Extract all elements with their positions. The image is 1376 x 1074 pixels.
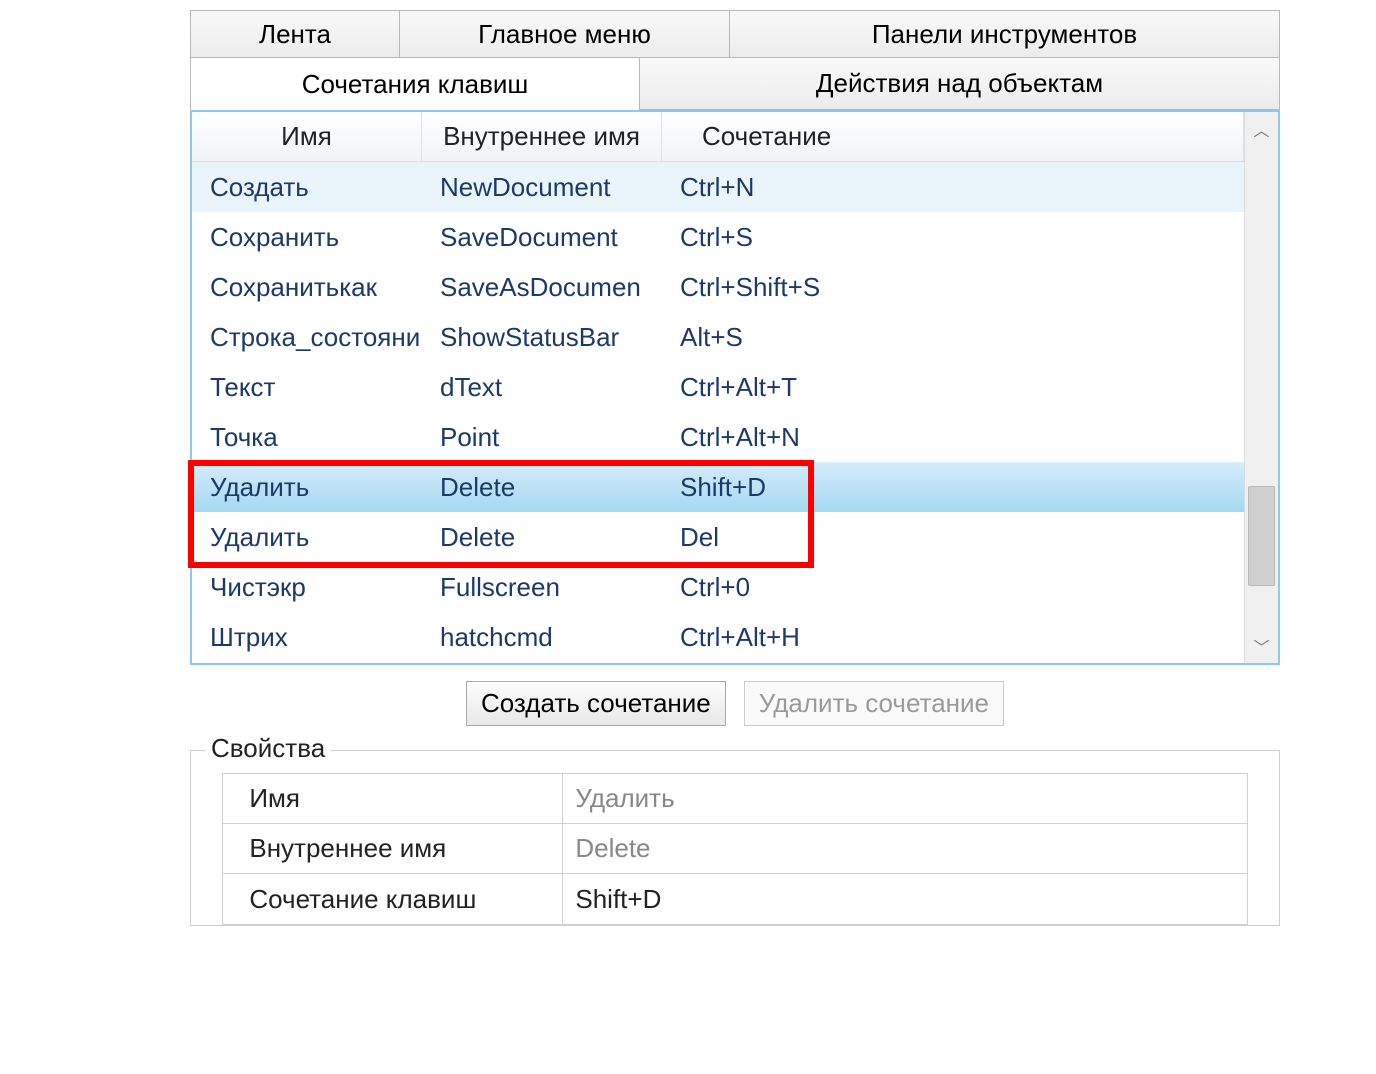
table-row[interactable]: СоздатьNewDocumentCtrl+N bbox=[192, 162, 1244, 212]
header-shortcut[interactable]: Сочетание bbox=[662, 112, 1244, 161]
cell-shortcut: Ctrl+N bbox=[662, 172, 1244, 203]
tab-main-menu[interactable]: Главное меню bbox=[400, 10, 730, 58]
cell-name: Сохранить bbox=[192, 222, 422, 253]
prop-value-name: Удалить bbox=[563, 774, 1246, 823]
tab-shortcuts[interactable]: Сочетания клавиш bbox=[190, 58, 640, 110]
table-row[interactable]: УдалитьDeleteShift+D bbox=[192, 462, 1244, 512]
scroll-down-icon[interactable]: ﹀ bbox=[1245, 629, 1278, 663]
table-header-row: Имя Внутреннее имя Сочетание bbox=[192, 112, 1244, 162]
cell-name: Удалить bbox=[192, 522, 422, 553]
cell-name: Текст bbox=[192, 372, 422, 403]
cell-internal: Delete bbox=[422, 472, 662, 503]
tabs-row-2: Сочетания клавиш Действия над объектам bbox=[190, 58, 1280, 110]
cell-name: Сохранитькак bbox=[192, 272, 422, 303]
cell-name: Точка bbox=[192, 422, 422, 453]
cell-name: Строка_состояни bbox=[192, 322, 422, 353]
cell-internal: ShowStatusBar bbox=[422, 322, 662, 353]
cell-shortcut: Ctrl+Alt+N bbox=[662, 422, 1244, 453]
table-row[interactable]: СохранитькакSaveAsDocumenCtrl+Shift+S bbox=[192, 262, 1244, 312]
header-name[interactable]: Имя bbox=[192, 112, 422, 161]
prop-value-shortcut[interactable]: Shift+D bbox=[563, 874, 1246, 924]
button-row: Создать сочетание Удалить сочетание bbox=[190, 665, 1280, 748]
scroll-track[interactable] bbox=[1245, 146, 1278, 629]
scrollbar[interactable]: ︿ ﹀ bbox=[1244, 112, 1278, 663]
cell-internal: hatchcmd bbox=[422, 622, 662, 653]
cell-name: Чистэкр bbox=[192, 572, 422, 603]
prop-row-shortcut: Сочетание клавиш Shift+D bbox=[223, 874, 1246, 924]
cell-internal: Point bbox=[422, 422, 662, 453]
prop-row-name: Имя Удалить bbox=[223, 774, 1246, 824]
cell-shortcut: Ctrl+Alt+T bbox=[662, 372, 1244, 403]
cell-name: Удалить bbox=[192, 472, 422, 503]
properties-title: Свойства bbox=[205, 733, 331, 764]
table-row[interactable]: ЧистэкрFullscreenCtrl+0 bbox=[192, 562, 1244, 612]
table-row[interactable]: УдалитьDeleteDel bbox=[192, 512, 1244, 562]
table-row[interactable]: ТекстdTextCtrl+Alt+T bbox=[192, 362, 1244, 412]
tabs-row-1: Лента Главное меню Панели инструментов bbox=[190, 10, 1280, 58]
prop-label-name: Имя bbox=[223, 774, 563, 823]
cell-name: Штрих bbox=[192, 622, 422, 653]
shortcuts-table-wrap: Имя Внутреннее имя Сочетание СоздатьNewD… bbox=[190, 110, 1280, 665]
cell-shortcut: Ctrl+0 bbox=[662, 572, 1244, 603]
table-row[interactable]: ШтрихhatchcmdCtrl+Alt+H bbox=[192, 612, 1244, 662]
prop-value-internal: Delete bbox=[563, 824, 1246, 873]
scroll-up-icon[interactable]: ︿ bbox=[1245, 112, 1278, 146]
cell-shortcut: Alt+S bbox=[662, 322, 1244, 353]
delete-shortcut-button: Удалить сочетание bbox=[744, 681, 1004, 726]
properties-group: Свойства Имя Удалить Внутреннее имя Dele… bbox=[190, 750, 1280, 926]
cell-internal: SaveDocument bbox=[422, 222, 662, 253]
table-row[interactable]: Строка_состояниShowStatusBarAlt+S bbox=[192, 312, 1244, 362]
table-row[interactable]: ТочкаPointCtrl+Alt+N bbox=[192, 412, 1244, 462]
shortcuts-table: Имя Внутреннее имя Сочетание СоздатьNewD… bbox=[192, 112, 1244, 663]
prop-row-internal: Внутреннее имя Delete bbox=[223, 824, 1246, 874]
header-internal[interactable]: Внутреннее имя bbox=[422, 112, 662, 161]
cell-shortcut: Ctrl+Alt+H bbox=[662, 622, 1244, 653]
cell-shortcut: Shift+D bbox=[662, 472, 1244, 503]
prop-label-shortcut: Сочетание клавиш bbox=[223, 874, 563, 924]
tab-toolbars[interactable]: Панели инструментов bbox=[730, 10, 1280, 58]
cell-internal: SaveAsDocumen bbox=[422, 272, 662, 303]
scroll-thumb[interactable] bbox=[1248, 486, 1275, 586]
cell-shortcut: Ctrl+S bbox=[662, 222, 1244, 253]
table-row[interactable]: СохранитьSaveDocumentCtrl+S bbox=[192, 212, 1244, 262]
prop-label-internal: Внутреннее имя bbox=[223, 824, 563, 873]
create-shortcut-button[interactable]: Создать сочетание bbox=[466, 681, 726, 726]
cell-internal: Fullscreen bbox=[422, 572, 662, 603]
tab-ribbon[interactable]: Лента bbox=[190, 10, 400, 58]
cell-internal: Delete bbox=[422, 522, 662, 553]
tab-object-actions[interactable]: Действия над объектам bbox=[640, 58, 1280, 110]
cell-internal: NewDocument bbox=[422, 172, 662, 203]
cell-internal: dText bbox=[422, 372, 662, 403]
cell-shortcut: Del bbox=[662, 522, 1244, 553]
cell-shortcut: Ctrl+Shift+S bbox=[662, 272, 1244, 303]
cell-name: Создать bbox=[192, 172, 422, 203]
properties-table: Имя Удалить Внутреннее имя Delete Сочета… bbox=[222, 773, 1247, 925]
